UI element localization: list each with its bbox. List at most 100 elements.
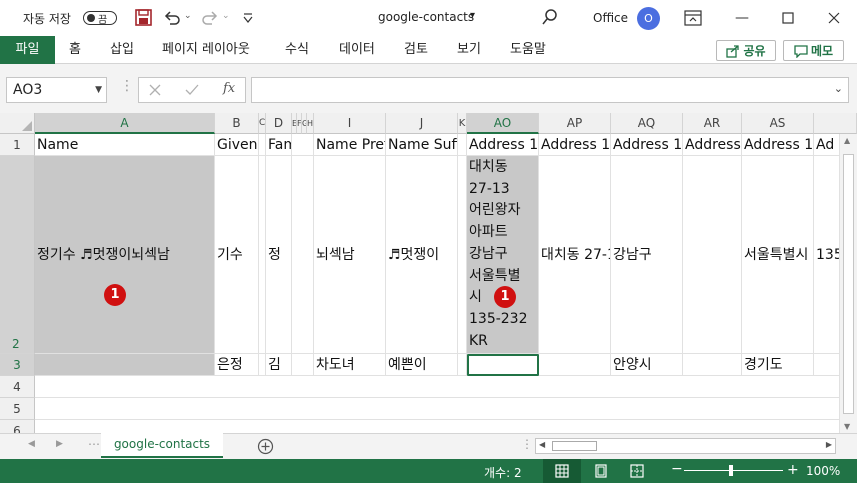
tab-view[interactable]: 보기 [457,36,481,63]
cell-i3[interactable]: 차도녀 [314,354,386,376]
cell-b2[interactable]: 기수 [215,156,259,354]
cell-ar1[interactable]: Address 1 [683,134,742,156]
column-header-k[interactable]: K [458,113,467,134]
cell-a2[interactable]: 정기수 ♬멋쟁이뇌섹남 [35,156,215,354]
row-6-cells[interactable] [35,420,857,433]
sheet-tab-google-contacts[interactable]: google-contacts [101,433,223,458]
zoom-slider-track[interactable] [684,470,783,471]
document-title[interactable]: google-contacts [378,10,474,24]
autosave-toggle[interactable]: 끔 [83,11,117,26]
formula-bar-grip-icon[interactable]: ⋮ [120,78,134,94]
tab-home[interactable]: 홈 [69,36,81,63]
formula-input[interactable]: ⌄ [251,77,849,103]
row-header-2[interactable]: 2 [0,156,35,354]
column-header-b[interactable]: B [215,113,259,134]
row-header-1[interactable]: 1 [0,134,35,156]
tab-help[interactable]: 도움말 [510,36,546,63]
tab-review[interactable]: 검토 [404,36,428,63]
cell-ao1[interactable]: Address 1 [467,134,539,156]
tab-page-layout[interactable]: 페이지 레이아웃 [162,36,250,63]
cell-k1[interactable] [458,134,467,156]
cell-i1[interactable]: Name Prefix [314,134,386,156]
cell-ao2[interactable]: 대치동 27-13 어린왕자 아파트 강남구 서울특별 시 135-232 KR [467,156,539,354]
tab-formulas[interactable]: 수식 [285,36,309,63]
scroll-down-icon[interactable]: ▼ [844,422,850,431]
zoom-level[interactable]: 100% [806,464,840,478]
zoom-in-icon[interactable]: + [787,462,799,478]
search-icon[interactable] [541,8,559,26]
hscroll-left-icon[interactable]: ◀ [539,440,545,449]
page-break-view-icon[interactable] [630,464,644,478]
vertical-scroll-thumb[interactable] [843,154,854,414]
cell-j1[interactable]: Name Suffix [386,134,458,156]
row-header-4[interactable]: 4 [0,376,35,398]
cell-a3[interactable] [35,354,215,376]
cell-e1-h1[interactable] [292,134,314,156]
column-header-ao[interactable]: AO [467,113,539,134]
account-avatar[interactable]: O [637,7,660,30]
cell-k2[interactable] [458,156,467,354]
sheet-scroll-right-icon[interactable]: ▶ [56,439,63,449]
row-header-6[interactable]: 6 [0,420,35,433]
cell-ap1[interactable]: Address 1 [539,134,611,156]
column-header-ap[interactable]: AP [539,113,611,134]
minimize-button[interactable]: — [719,0,765,36]
close-button[interactable] [811,0,857,36]
column-header-j[interactable]: J [386,113,458,134]
column-header-as[interactable]: AS [742,113,814,134]
sheet-menu-icon[interactable]: ⋯ [88,437,100,451]
customize-toolbar-icon[interactable] [242,12,254,24]
tab-data[interactable]: 데이터 [339,36,375,63]
undo-icon[interactable] [163,10,181,26]
redo-dropdown-icon[interactable]: ⌄ [222,11,230,21]
cell-c2[interactable] [259,156,266,354]
cell-ar3[interactable] [683,354,742,376]
cell-c1[interactable] [259,134,266,156]
vertical-scrollbar[interactable]: ▲ ▼ [839,134,857,433]
tab-file[interactable]: 파일 [0,36,55,64]
cell-b1[interactable]: Given Na [215,134,259,156]
column-header-aq[interactable]: AQ [611,113,683,134]
page-layout-view-icon[interactable] [594,464,608,478]
cell-as2[interactable]: 서울특별시 [742,156,814,354]
zoom-out-icon[interactable]: − [671,461,683,477]
cell-d1[interactable]: Family N [266,134,292,156]
cell-b3[interactable]: 은정 [215,354,259,376]
cell-d3[interactable]: 김 [266,354,292,376]
column-header-ar[interactable]: AR [683,113,742,134]
column-header-at[interactable] [814,113,857,134]
zoom-slider-thumb[interactable] [729,465,733,476]
column-header-c[interactable]: C [259,113,266,134]
cell-aq1[interactable]: Address 1 [611,134,683,156]
cell-i2[interactable]: 뇌섹남 [314,156,386,354]
comments-button[interactable]: 메모 [783,40,844,61]
title-dropdown-icon[interactable]: ▾ [470,10,475,21]
cell-e3-h3[interactable] [292,354,314,376]
normal-view-button[interactable] [543,459,581,483]
enter-check-icon[interactable] [185,84,199,96]
name-box-dropdown-icon[interactable]: ▼ [95,78,102,102]
name-box[interactable]: AO3 ▼ [6,77,107,103]
cell-a1[interactable]: Name [35,134,215,156]
undo-dropdown-icon[interactable]: ⌄ [184,11,192,21]
add-sheet-icon[interactable] [257,438,274,455]
expand-formula-icon[interactable]: ⌄ [834,82,843,95]
column-header-d[interactable]: D [266,113,292,134]
column-header-i[interactable]: I [314,113,386,134]
horizontal-scrollbar[interactable]: ◀ ▶ [535,438,836,454]
row-5-cells[interactable] [35,398,857,420]
maximize-button[interactable] [765,0,811,36]
scroll-up-icon[interactable]: ▲ [844,136,850,145]
cell-aq3[interactable]: 안양시 [611,354,683,376]
save-icon[interactable] [135,9,152,26]
cell-ar2[interactable] [683,156,742,354]
row-4-cells[interactable] [35,376,857,398]
cancel-icon[interactable] [149,84,161,96]
row-header-5[interactable]: 5 [0,398,35,420]
cell-ap2[interactable]: 대치동 27-1 [539,156,611,354]
share-button[interactable]: 공유 [716,40,776,61]
cell-k3[interactable] [458,354,467,376]
horizontal-scroll-thumb[interactable] [552,441,597,451]
cell-ao3-active[interactable] [467,354,539,376]
cell-ap3[interactable] [539,354,611,376]
